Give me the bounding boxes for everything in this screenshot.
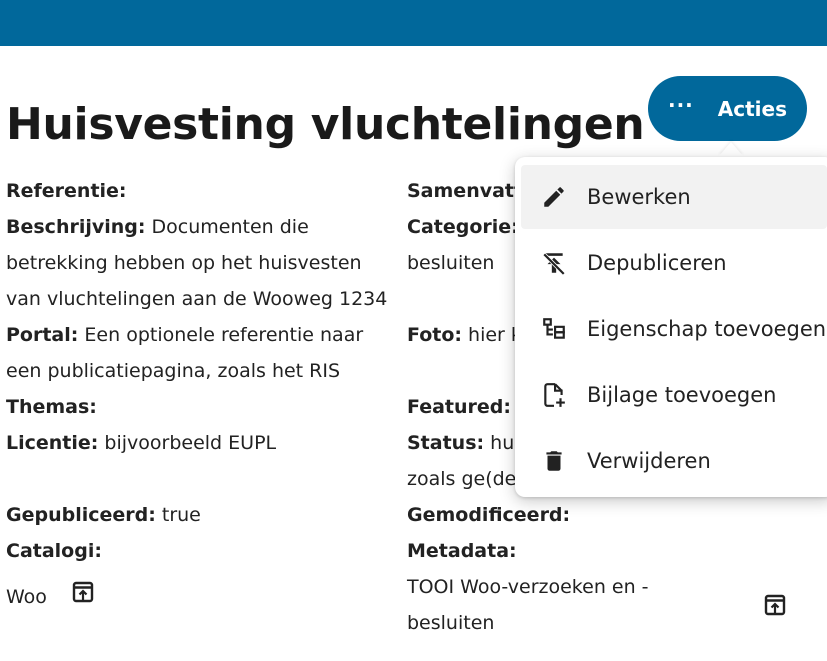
menu-item-depubliceren[interactable]: Depubliceren [521, 231, 827, 295]
page-title: Huisvesting vluchtelingen [6, 99, 645, 150]
licentie-label: Licentie: [6, 432, 99, 454]
categorie-label: Categorie: [407, 216, 519, 238]
menu-item-label: Bewerken [587, 185, 691, 209]
status-label: Status: [407, 432, 485, 454]
acties-button-label: Acties [717, 96, 787, 121]
menu-item-label: Bijlage toevoegen [587, 383, 777, 407]
menu-item-bewerken[interactable]: Bewerken [521, 165, 827, 229]
metadata-open-in-new-icon[interactable] [763, 593, 787, 621]
samenvatting-label: Samenvatt [407, 180, 524, 202]
top-bar [0, 0, 827, 46]
gepubliceerd-value: true [155, 504, 201, 526]
foto-label: Foto: [407, 324, 462, 346]
unpublish-icon [521, 250, 587, 276]
menu-item-label: Depubliceren [587, 251, 727, 275]
metadata-value-line1: TOOI Woo-verzoeken en - [407, 576, 649, 598]
licentie-value: bijvoorbeeld EUPL [98, 432, 277, 454]
menu-item-label: Eigenschap toevoegen [587, 317, 827, 341]
menu-item-label: Verwijderen [587, 449, 711, 473]
acties-button[interactable]: ··· Acties [648, 76, 807, 141]
beschrijving-value-line3: van vluchtelingen aan de Wooweg 1234 [6, 288, 388, 310]
file-plus-icon [521, 382, 587, 408]
gepubliceerd-label: Gepubliceerd: [6, 504, 156, 526]
themas-label: Themas: [6, 396, 97, 418]
metadata-value-line2: besluiten [407, 612, 495, 634]
catalogi-label: Catalogi: [6, 540, 102, 562]
catalogi-value: Woo [6, 586, 47, 608]
add-property-icon [521, 316, 587, 342]
menu-item-bijlage-toevoegen[interactable]: Bijlage toevoegen [521, 363, 827, 427]
gemodificeerd-label: Gemodificeerd: [407, 504, 571, 526]
details-left-column: Referentie: Beschrijving: Documenten die… [6, 173, 406, 615]
foto-value: hier k [462, 324, 522, 346]
referentie-label: Referentie: [6, 180, 127, 202]
featured-label: Featured: [407, 396, 511, 418]
portal-label: Portal: [6, 324, 79, 346]
menu-item-verwijderen[interactable]: Verwijderen [521, 429, 827, 493]
open-in-new-icon[interactable] [71, 580, 95, 616]
beschrijving-value: Documenten die [145, 216, 309, 238]
acties-dropdown-menu: Bewerken Depubliceren Eigenschap toevoeg… [515, 157, 827, 497]
portal-value: Een optionele referentie naar [78, 324, 364, 346]
trash-icon [521, 448, 587, 474]
menu-arrow [719, 142, 743, 156]
metadata-label: Metadata: [407, 540, 517, 562]
menu-item-eigenschap-toevoegen[interactable]: Eigenschap toevoegen [521, 297, 827, 361]
beschrijving-value-line2: betrekking hebben op het huisvesten [6, 252, 362, 274]
portal-value-line2: een publicatiepagina, zoals het RIS [6, 360, 341, 382]
more-horizontal-icon: ··· [667, 92, 694, 117]
beschrijving-label: Beschrijving: [6, 216, 146, 238]
pencil-icon [521, 184, 587, 210]
